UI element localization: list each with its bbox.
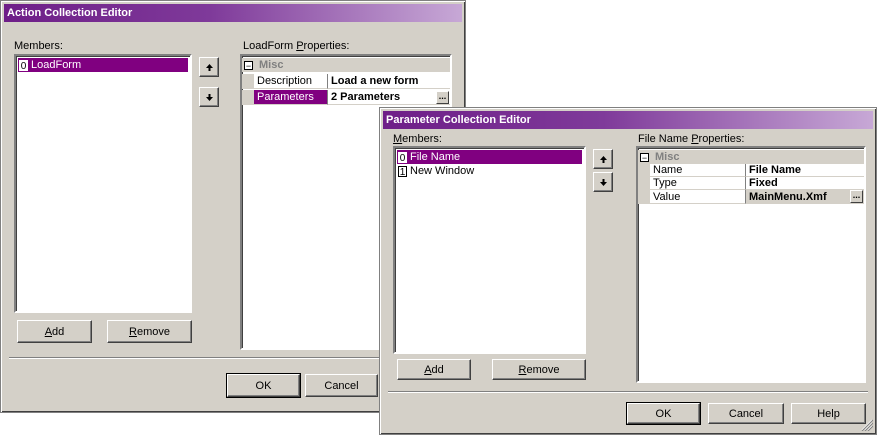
property-value[interactable]: Load a new form: [328, 74, 450, 89]
move-down-button[interactable]: [593, 172, 613, 192]
cancel-button[interactable]: Cancel: [708, 403, 784, 424]
category-name: Misc: [655, 151, 680, 163]
row-gutter: [638, 190, 650, 204]
remove-rest: emove: [526, 363, 560, 376]
arrow-down-icon: [205, 93, 213, 101]
property-value[interactable]: File Name: [746, 164, 864, 177]
properties-grid[interactable]: − Misc Name File Name Type Fixed Value Ma…: [636, 146, 866, 383]
property-row-name[interactable]: Name File Name: [638, 164, 864, 177]
member-label: New Window: [410, 165, 475, 177]
property-name: Parameters: [254, 90, 328, 105]
property-name: Description: [254, 74, 328, 89]
list-item[interactable]: 0 File Name: [397, 150, 582, 164]
properties-label: LoadForm Properties:: [243, 40, 349, 52]
property-name: Value: [650, 190, 746, 204]
add-button[interactable]: Add: [17, 320, 92, 343]
category-row-misc[interactable]: − Misc: [242, 58, 450, 72]
members-listbox[interactable]: 0 LoadForm: [14, 54, 192, 313]
property-value[interactable]: MainMenu.Xmf...: [746, 190, 864, 204]
property-value-text: 2 Parameters: [331, 91, 401, 103]
members-label: Members:: [393, 133, 442, 145]
property-value[interactable]: Fixed: [746, 177, 864, 190]
member-label: File Name: [410, 151, 461, 163]
properties-label-rest: roperties:: [698, 133, 745, 145]
properties-label: File Name Properties:: [638, 133, 744, 145]
add-rest: dd: [52, 325, 65, 338]
parameter-editor-titlebar[interactable]: Parameter Collection Editor: [383, 111, 873, 129]
member-index: 1: [398, 165, 407, 178]
separator: [388, 391, 868, 393]
row-gutter: [242, 74, 254, 89]
members-label: Members:: [14, 40, 63, 52]
member-index: 0: [19, 59, 28, 72]
properties-label-accel: P: [296, 40, 304, 52]
member-label: LoadForm: [31, 59, 82, 71]
list-item[interactable]: 1 New Window: [397, 164, 582, 178]
properties-label-prefix: LoadForm: [243, 40, 297, 52]
arrow-down-icon: [599, 178, 607, 186]
members-listbox[interactable]: 0 File Name 1 New Window: [393, 146, 586, 354]
property-row-parameters[interactable]: Parameters 2 Parameters...: [242, 90, 450, 105]
remove-button[interactable]: Remove: [492, 359, 586, 380]
arrow-up-icon: [599, 155, 607, 163]
remove-button[interactable]: Remove: [107, 320, 192, 343]
members-label-accel: M: [393, 133, 403, 145]
property-name: Type: [650, 177, 746, 190]
category-row-misc[interactable]: − Misc: [638, 150, 864, 164]
property-row-type[interactable]: Type Fixed: [638, 177, 864, 190]
parameter-collection-editor-dialog: Parameter Collection Editor Members: 0 Fi…: [379, 107, 877, 435]
add-rest: dd: [431, 363, 444, 376]
property-name: Name: [650, 164, 746, 177]
remove-accel: R: [129, 325, 137, 338]
properties-label-prefix: File Name: [638, 133, 692, 145]
cancel-button[interactable]: Cancel: [305, 374, 378, 397]
row-gutter: [638, 177, 650, 190]
ok-button[interactable]: OK: [626, 402, 701, 425]
move-up-button[interactable]: [593, 149, 613, 169]
resize-grip-icon[interactable]: [861, 419, 873, 431]
move-down-button[interactable]: [199, 87, 219, 107]
row-gutter: [638, 164, 650, 177]
arrow-up-icon: [205, 63, 213, 71]
add-button[interactable]: Add: [397, 359, 471, 380]
properties-label-accel: P: [691, 133, 699, 145]
property-value-text: MainMenu.Xmf: [749, 191, 827, 203]
ellipsis-button[interactable]: ...: [436, 91, 449, 104]
add-accel: A: [44, 325, 53, 338]
move-up-button[interactable]: [199, 57, 219, 77]
property-row-value[interactable]: Value MainMenu.Xmf...: [638, 190, 864, 204]
properties-label-rest: roperties:: [303, 40, 350, 52]
remove-rest: emove: [136, 325, 170, 338]
ellipsis-button[interactable]: ...: [850, 190, 863, 203]
member-index: 0: [398, 151, 407, 164]
collapse-icon[interactable]: −: [244, 60, 253, 70]
ok-button[interactable]: OK: [226, 373, 301, 398]
add-accel: A: [424, 363, 432, 376]
list-item[interactable]: 0 LoadForm: [18, 58, 188, 72]
action-editor-titlebar[interactable]: Action Collection Editor: [4, 4, 462, 22]
property-value[interactable]: 2 Parameters...: [328, 90, 450, 105]
members-label-rest: embers:: [402, 133, 442, 145]
remove-accel: R: [518, 363, 527, 376]
collapse-icon[interactable]: −: [640, 152, 649, 162]
help-button[interactable]: Help: [791, 403, 866, 424]
category-name: Misc: [259, 59, 284, 71]
row-gutter: [242, 90, 254, 105]
property-row-description[interactable]: Description Load a new form: [242, 74, 450, 89]
